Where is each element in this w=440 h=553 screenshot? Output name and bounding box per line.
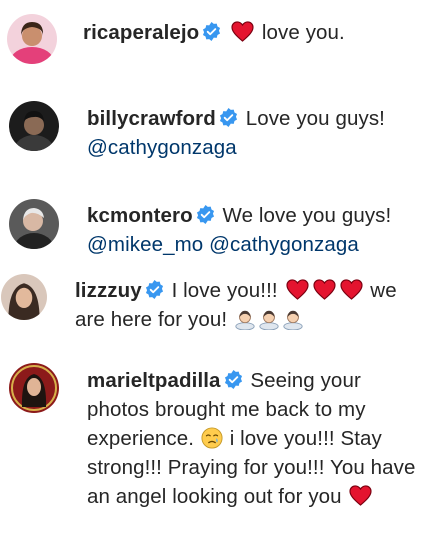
comment-ricaperalejo: ricaperalejo love you.: [0, 0, 440, 70]
bowing-person-emoji: [235, 310, 255, 330]
username[interactable]: ricaperalejo: [83, 21, 199, 44]
mention-link[interactable]: @cathygonzaga: [209, 233, 359, 256]
verified-badge-icon: [196, 205, 214, 224]
avatar[interactable]: [9, 101, 59, 151]
comment-text: I love you!!!: [171, 279, 278, 302]
red-heart-icon: [312, 279, 336, 300]
red-heart-icon: [231, 21, 254, 42]
avatar[interactable]: [7, 14, 57, 64]
mention-link[interactable]: @mikee_mo: [87, 233, 203, 256]
comment-text: love you.: [261, 21, 345, 44]
verified-badge-icon: [203, 22, 221, 41]
username[interactable]: marieltpadilla: [87, 369, 221, 392]
comment-text: Love you guys!: [245, 107, 385, 130]
bowing-person-emoji: [259, 310, 279, 330]
comment-marieltpadilla: marieltpadilla Seeing your photos brough…: [0, 358, 440, 548]
comment-text: we: [370, 279, 397, 302]
bowing-person-emoji: [283, 310, 303, 330]
username[interactable]: billycrawford: [87, 107, 216, 130]
red-heart-icon: [349, 485, 373, 506]
comment-billycrawford: billycrawford Love you guys! @cathygonza…: [0, 94, 440, 174]
verified-badge-icon: [224, 370, 242, 389]
comment-text: are here for you!: [75, 308, 228, 331]
verified-badge-icon: [145, 280, 163, 299]
red-heart-icon: [285, 279, 309, 300]
avatar-image: [1, 274, 47, 320]
comment-text: experience.: [87, 427, 195, 450]
red-heart-icon: [339, 279, 363, 300]
avatar-image: [7, 14, 57, 64]
comment-kcmontero: kcmontero We love you guys! @mikee_mo @c…: [0, 194, 440, 264]
avatar-image: [9, 363, 59, 413]
mention-link[interactable]: @cathygonzaga: [87, 136, 237, 159]
comment-text: i love you!!! Stay: [229, 427, 382, 450]
verified-badge-icon: [219, 108, 237, 127]
avatar[interactable]: [9, 363, 59, 413]
avatar[interactable]: [9, 199, 59, 249]
comment-text: photos brought me back to my: [87, 398, 366, 421]
comment-text: We love you guys!: [222, 204, 392, 227]
comment-lizzzuy: lizzzuy I love you!!! we are here for yo…: [0, 270, 440, 340]
sad-relieved-face-emoji: [201, 427, 223, 449]
avatar-image: [9, 199, 59, 249]
username[interactable]: lizzzuy: [75, 279, 142, 302]
avatar-image: [9, 101, 59, 151]
comment-text: Seeing your: [250, 369, 361, 392]
comment-text: an angel looking out for you: [87, 485, 342, 508]
comment-text: strong!!! Praying for you!!! You have: [87, 456, 416, 479]
avatar[interactable]: [1, 274, 47, 320]
username[interactable]: kcmontero: [87, 204, 193, 227]
